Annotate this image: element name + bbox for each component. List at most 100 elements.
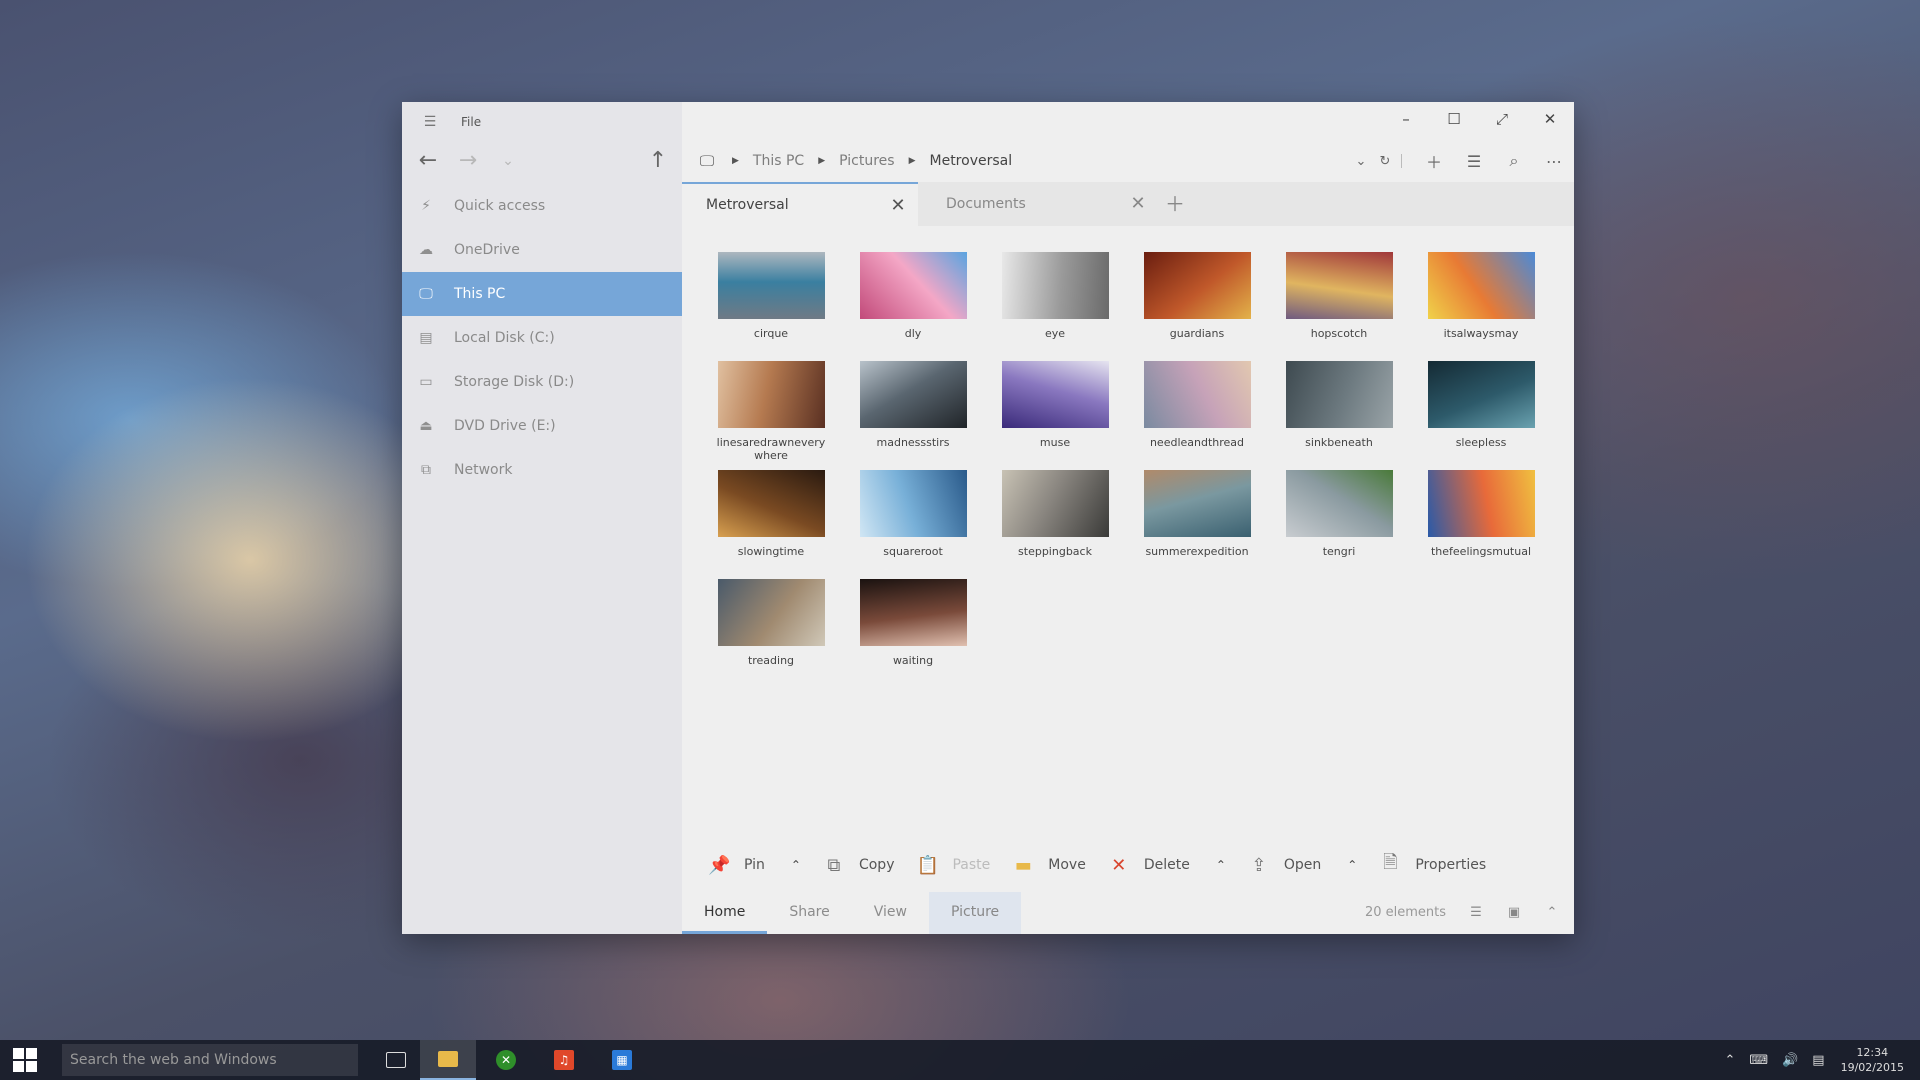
- file-thumbnail[interactable]: [859, 470, 967, 537]
- new-item-icon[interactable]: ＋: [1414, 149, 1454, 173]
- delete-button[interactable]: ✕ Delete: [1108, 855, 1190, 876]
- close-button[interactable]: ✕: [1526, 102, 1574, 136]
- file-item[interactable]: waiting: [842, 579, 984, 680]
- start-button[interactable]: [0, 1040, 50, 1080]
- open-expand-chevron-icon[interactable]: ⌃: [1347, 858, 1357, 872]
- file-thumbnail[interactable]: [1427, 361, 1535, 428]
- file-thumbnail[interactable]: [1001, 252, 1109, 319]
- file-item[interactable]: tengri: [1268, 470, 1410, 571]
- action-center-icon[interactable]: ▤: [1812, 1053, 1824, 1068]
- tab-share[interactable]: Share: [767, 892, 851, 934]
- minimize-button[interactable]: –: [1382, 102, 1430, 136]
- file-item[interactable]: squareroot: [842, 470, 984, 571]
- paste-button[interactable]: 📋 Paste: [916, 855, 990, 876]
- details-view-icon[interactable]: ☰: [1464, 892, 1488, 934]
- file-item[interactable]: linesaredrawneverywhere: [700, 361, 842, 462]
- file-thumbnail[interactable]: [1001, 361, 1109, 428]
- hamburger-menu-icon[interactable]: ☰: [418, 112, 442, 132]
- file-item[interactable]: steppingback: [984, 470, 1126, 571]
- move-button[interactable]: ▬ Move: [1012, 855, 1086, 876]
- file-thumbnail[interactable]: [717, 252, 825, 319]
- taskbar-search-box[interactable]: Search the web and Windows: [62, 1044, 358, 1076]
- file-item[interactable]: needleandthread: [1126, 361, 1268, 462]
- sidebar-item-quick-access[interactable]: ⚡ Quick access: [402, 184, 682, 228]
- breadcrumb-separator-icon[interactable]: ▶: [732, 156, 739, 166]
- new-tab-icon[interactable]: ＋: [1160, 182, 1190, 226]
- file-thumbnail[interactable]: [1001, 470, 1109, 537]
- sidebar-item-network[interactable]: ⧉ Network: [402, 448, 682, 492]
- breadcrumb-metroversal[interactable]: Metroversal: [930, 153, 1013, 169]
- sidebar-item-this-pc[interactable]: 🖵 This PC: [402, 272, 682, 316]
- file-item[interactable]: cirque: [700, 252, 842, 353]
- breadcrumb-this-pc[interactable]: This PC: [753, 153, 804, 169]
- computer-icon[interactable]: 🖵: [696, 152, 718, 170]
- network-icon[interactable]: ⌨: [1749, 1053, 1768, 1068]
- fullscreen-button[interactable]: ⤢: [1478, 102, 1526, 136]
- copy-button[interactable]: ⧉ Copy: [823, 855, 895, 876]
- file-thumbnail[interactable]: [717, 470, 825, 537]
- maximize-button[interactable]: ☐: [1430, 102, 1478, 136]
- select-list-icon[interactable]: ☰: [1454, 152, 1494, 171]
- file-thumbnail[interactable]: [717, 579, 825, 646]
- file-thumbnail[interactable]: [1143, 470, 1251, 537]
- music-taskbar-button[interactable]: ♫: [536, 1040, 592, 1080]
- file-item[interactable]: guardians: [1126, 252, 1268, 353]
- properties-button[interactable]: 🗎 Properties: [1379, 850, 1486, 880]
- refresh-icon[interactable]: ↻: [1373, 154, 1397, 169]
- file-thumbnail[interactable]: [1143, 252, 1251, 319]
- file-thumbnail[interactable]: [859, 361, 967, 428]
- close-tab-icon[interactable]: ✕: [884, 184, 912, 228]
- file-thumbnail[interactable]: [1285, 252, 1393, 319]
- task-view-button[interactable]: [368, 1040, 424, 1080]
- file-item[interactable]: madnessstirs: [842, 361, 984, 462]
- file-explorer-taskbar-button[interactable]: [420, 1040, 476, 1080]
- file-item[interactable]: sinkbeneath: [1268, 361, 1410, 462]
- file-thumbnail[interactable]: [1427, 252, 1535, 319]
- history-chevron-icon[interactable]: ⌄: [1349, 154, 1373, 169]
- file-item[interactable]: hopscotch: [1268, 252, 1410, 353]
- pin-expand-chevron-icon[interactable]: ⌃: [791, 858, 801, 872]
- volume-icon[interactable]: 🔊: [1782, 1053, 1798, 1068]
- file-thumbnail[interactable]: [1143, 361, 1251, 428]
- calculator-taskbar-button[interactable]: ▦: [594, 1040, 650, 1080]
- tab-home[interactable]: Home: [682, 892, 768, 934]
- file-thumbnail[interactable]: [1427, 470, 1535, 537]
- file-item[interactable]: treading: [700, 579, 842, 680]
- xbox-taskbar-button[interactable]: ✕: [478, 1040, 534, 1080]
- breadcrumb-separator-icon[interactable]: ▶: [818, 156, 825, 166]
- tab-documents[interactable]: Documents ✕: [922, 182, 1158, 226]
- thumbnail-view-icon[interactable]: ▣: [1502, 892, 1526, 934]
- forward-arrow-icon[interactable]: →: [452, 146, 484, 176]
- back-arrow-icon[interactable]: ←: [412, 146, 444, 176]
- file-item[interactable]: sleepless: [1410, 361, 1552, 462]
- file-thumbnail[interactable]: [859, 252, 967, 319]
- file-item[interactable]: muse: [984, 361, 1126, 462]
- more-options-icon[interactable]: ⋯: [1534, 152, 1574, 171]
- file-item[interactable]: thefeelingsmutual: [1410, 470, 1552, 571]
- up-arrow-icon[interactable]: ↑: [642, 146, 674, 176]
- file-item[interactable]: dly: [842, 252, 984, 353]
- file-thumbnail[interactable]: [717, 361, 825, 428]
- sidebar-item-onedrive[interactable]: ☁ OneDrive: [402, 228, 682, 272]
- file-menu[interactable]: File: [461, 112, 481, 132]
- file-item[interactable]: eye: [984, 252, 1126, 353]
- file-item[interactable]: summerexpedition: [1126, 470, 1268, 571]
- tab-metroversal[interactable]: Metroversal ✕: [682, 182, 918, 226]
- sidebar-item-dvd-drive-e[interactable]: ⏏ DVD Drive (E:): [402, 404, 682, 448]
- file-thumbnail[interactable]: [859, 579, 967, 646]
- collapse-ribbon-chevron-icon[interactable]: ⌃: [1540, 892, 1564, 934]
- tab-view[interactable]: View: [852, 892, 929, 934]
- file-thumbnail[interactable]: [1285, 361, 1393, 428]
- file-thumbnail[interactable]: [1285, 470, 1393, 537]
- tab-picture[interactable]: Picture: [928, 892, 1022, 934]
- file-item[interactable]: itsalwaysmay: [1410, 252, 1552, 353]
- delete-expand-chevron-icon[interactable]: ⌃: [1216, 858, 1226, 872]
- recent-locations-chevron-icon[interactable]: ⌄: [492, 146, 524, 176]
- clock[interactable]: 12:34 19/02/2015: [1841, 1045, 1904, 1075]
- close-tab-icon[interactable]: ✕: [1124, 182, 1152, 226]
- breadcrumb-pictures[interactable]: Pictures: [839, 153, 894, 169]
- file-item[interactable]: slowingtime: [700, 470, 842, 571]
- show-hidden-icons-chevron-icon[interactable]: ⌃: [1724, 1053, 1735, 1068]
- search-icon[interactable]: ⌕: [1494, 151, 1534, 171]
- breadcrumb-separator-icon[interactable]: ▶: [909, 156, 916, 166]
